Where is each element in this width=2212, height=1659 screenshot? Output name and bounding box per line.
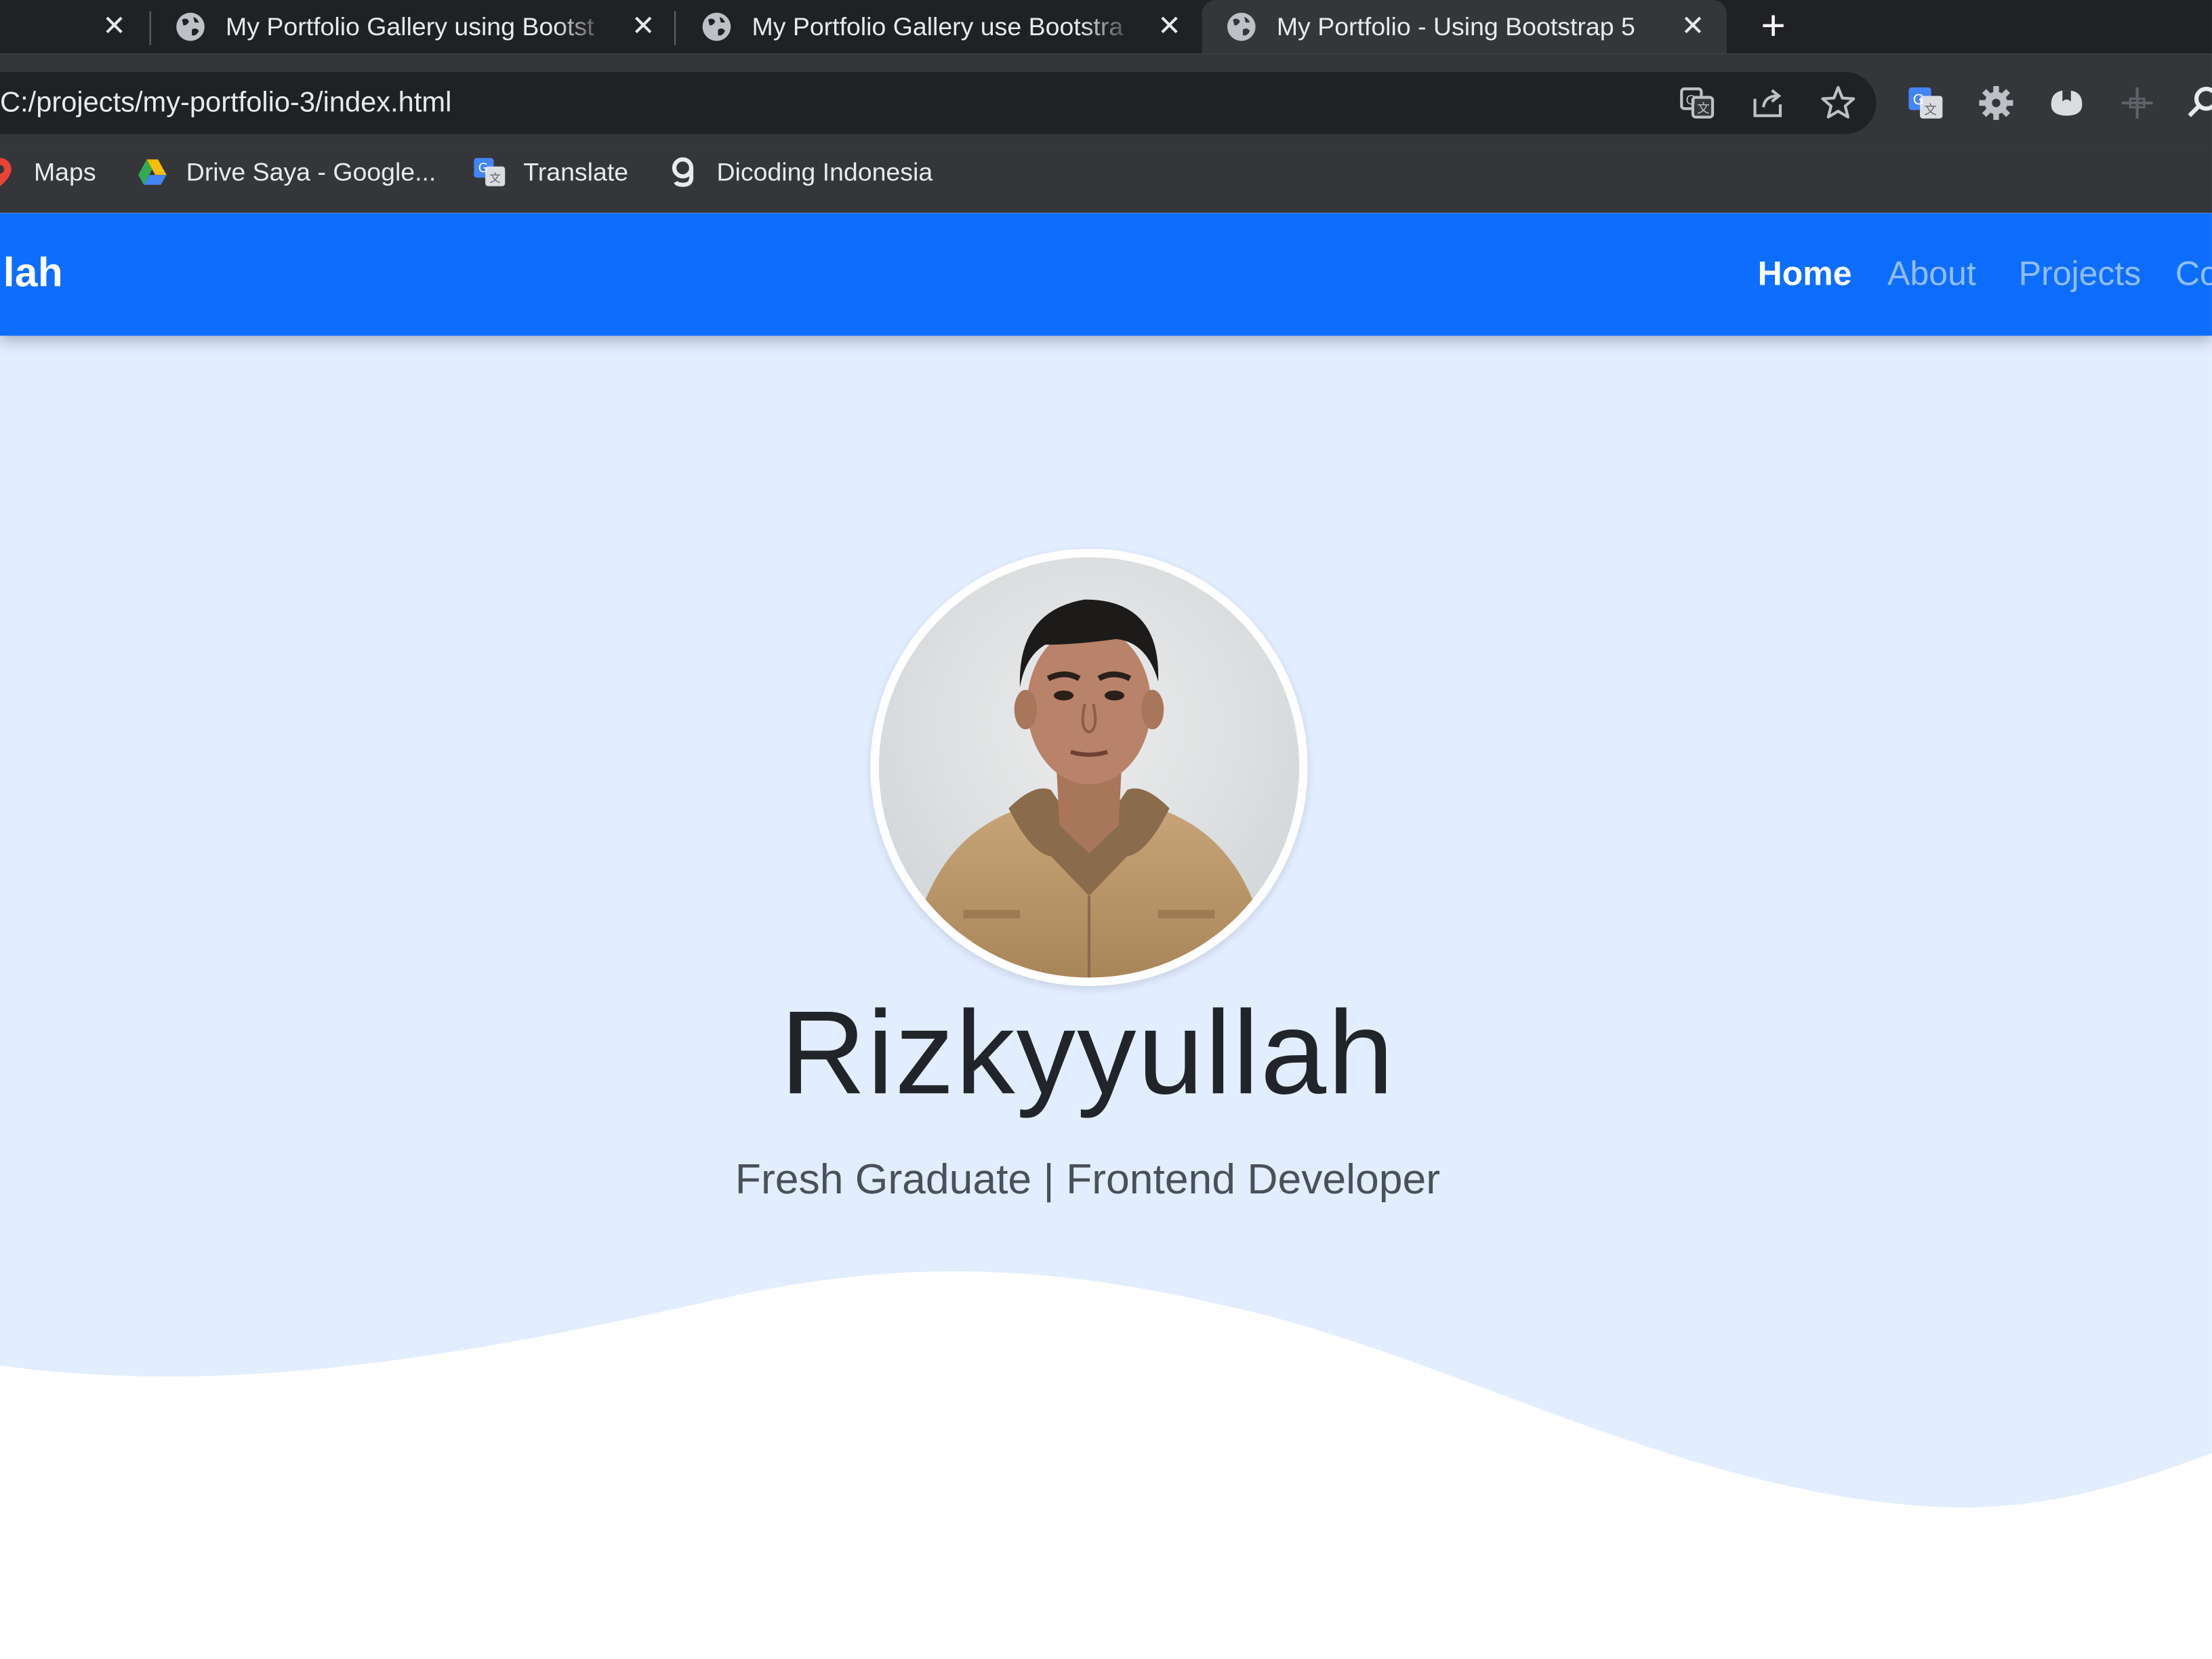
- globe-icon: [1227, 12, 1256, 41]
- google-translate-extension-icon[interactable]: G 文: [1904, 82, 1946, 124]
- tab-title: My Portfolio Gallery using Bootst: [226, 12, 594, 41]
- globe-icon: [176, 12, 205, 41]
- tab-separator: [149, 11, 151, 45]
- navbar-brand[interactable]: llah: [0, 213, 63, 335]
- close-icon[interactable]: ✕: [1676, 10, 1710, 44]
- google-translate-icon: G 文: [474, 158, 506, 186]
- hero-name: Rizkyyullah: [780, 986, 1395, 1119]
- url-text[interactable]: C:/projects/my-portfolio-3/index.html: [0, 72, 451, 134]
- bookmark-label: Maps: [33, 157, 96, 186]
- svg-text:文: 文: [1924, 104, 1937, 118]
- web-page: llah Home About Projects Co: [0, 213, 2212, 1659]
- globe-icon: [702, 12, 731, 41]
- bookmark-drive[interactable]: Drive Saya - Google...: [136, 146, 436, 197]
- svg-text:G: G: [1913, 91, 1924, 108]
- tab-strip: ✕ My Portfolio Gallery using Bootst ✕ My…: [0, 0, 2212, 54]
- svg-text:文: 文: [1697, 102, 1710, 117]
- profile-photo: [870, 548, 1308, 987]
- wave-divider: [0, 1271, 2212, 1659]
- svg-text:G: G: [1686, 94, 1696, 108]
- tab-portfolio-gallery-2[interactable]: My Portfolio Gallery use Bootstra ✕: [701, 0, 1187, 54]
- nav-link-home[interactable]: Home: [1758, 213, 1852, 335]
- hero-section: Rizkyyullah Fresh Graduate | Frontend De…: [0, 335, 2212, 1659]
- svg-text:文: 文: [489, 172, 501, 185]
- toolbar: C:/projects/my-portfolio-3/index.html G …: [0, 54, 2212, 147]
- extension-icon[interactable]: [2045, 82, 2087, 124]
- tab-portfolio-active[interactable]: My Portfolio - Using Bootstrap 5 ✕: [1202, 0, 1727, 54]
- new-tab-button[interactable]: +: [1749, 5, 1797, 47]
- tab-title: My Portfolio Gallery use Bootstra: [752, 12, 1124, 41]
- bookmarks-bar: Maps Drive Saya - Google... G 文 Translat…: [0, 146, 2212, 213]
- bookmark-label: Drive Saya - Google...: [186, 157, 436, 186]
- translate-page-icon[interactable]: G 文: [1676, 82, 1718, 124]
- tab-portfolio-gallery-1[interactable]: My Portfolio Gallery using Bootst ✕: [175, 0, 660, 54]
- puzzle-icon[interactable]: [2116, 82, 2158, 124]
- nav-link-about[interactable]: About: [1887, 213, 1976, 335]
- nav-link-projects[interactable]: Projects: [2019, 213, 2141, 335]
- bookmark-translate[interactable]: G 文 Translate: [472, 146, 628, 197]
- svg-text:G: G: [478, 161, 489, 176]
- nav-link-contact[interactable]: Co: [2175, 213, 2212, 335]
- dicoding-logo-icon: [672, 157, 694, 187]
- bookmark-label: Translate: [523, 157, 629, 186]
- gear-icon[interactable]: [1975, 82, 2017, 124]
- search-icon[interactable]: [2184, 82, 2212, 124]
- hero-subtitle: Fresh Graduate | Frontend Developer: [735, 1156, 1441, 1204]
- browser-window: ✕ My Portfolio Gallery using Bootst ✕ My…: [0, 0, 2212, 1659]
- maps-pin-icon: [0, 158, 12, 186]
- site-navbar: llah Home About Projects Co: [0, 213, 2212, 336]
- bookmark-dicoding[interactable]: Dicoding Indonesia: [666, 146, 933, 197]
- tab-separator: [674, 11, 676, 45]
- share-icon[interactable]: [1746, 82, 1788, 124]
- close-icon[interactable]: ✕: [626, 10, 660, 44]
- tab-title: My Portfolio - Using Bootstrap 5: [1276, 12, 1635, 41]
- profile-photo-image: [878, 557, 1300, 978]
- address-bar[interactable]: C:/projects/my-portfolio-3/index.html: [0, 72, 1877, 134]
- bookmark-star-icon[interactable]: [1817, 82, 1859, 124]
- bookmark-maps[interactable]: Maps: [0, 146, 96, 197]
- google-drive-icon: [138, 159, 167, 185]
- close-icon[interactable]: ✕: [96, 8, 133, 45]
- close-icon[interactable]: ✕: [1153, 10, 1187, 44]
- bookmark-label: Dicoding Indonesia: [716, 157, 933, 186]
